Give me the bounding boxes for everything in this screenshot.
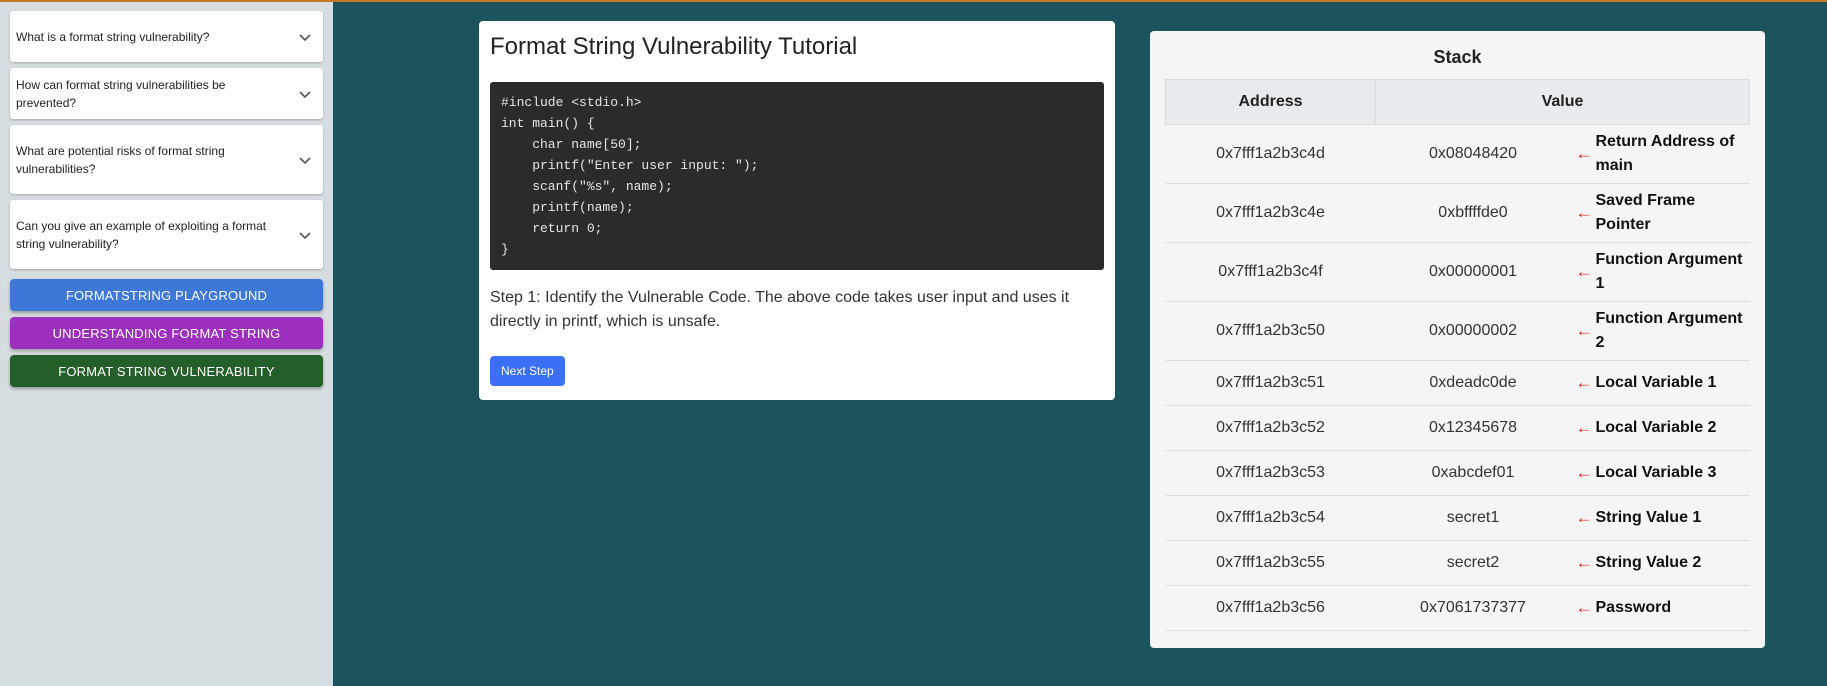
stack-label-cell: ← Local Variable 1 <box>1570 360 1750 406</box>
arrow-left-icon: ← <box>1575 508 1593 527</box>
formatstring-playground-button[interactable]: FORMATSTRING PLAYGROUND <box>10 279 323 311</box>
tutorial-panel: Format String Vulnerability Tutorial #in… <box>479 21 1115 400</box>
chevron-down-icon <box>299 33 311 41</box>
stack-title: Stack <box>1433 47 1482 67</box>
stack-address: 0x7fff1a2b3c55 <box>1165 540 1376 586</box>
step-description: Step 1: Identify the Vulnerable Code. Th… <box>490 289 1070 330</box>
stack-value: 0x00000001 <box>1375 242 1571 302</box>
stack-label: Saved Frame Pointer <box>1595 192 1696 233</box>
stack-row: 0x7fff1a2b3c52 0x12345678 ← Local Variable … <box>1165 405 1750 451</box>
stack-address: 0x7fff1a2b3c52 <box>1165 405 1376 451</box>
stack-value: 0x00000002 <box>1375 301 1571 361</box>
stack-label-cell: ← Password <box>1570 585 1750 631</box>
stack-address: 0x7fff1a2b3c51 <box>1165 360 1376 406</box>
stack-row: 0x7fff1a2b3c4e 0xbffffde0 ← Saved Frame Poi… <box>1165 183 1750 243</box>
stack-value: 0x7061737377 <box>1375 585 1571 631</box>
stack-label: Return Address of main <box>1595 133 1735 174</box>
arrow-left-icon: ← <box>1575 262 1593 281</box>
faq-question: What is a format string vulnerability? <box>16 29 210 44</box>
stack-row: 0x7fff1a2b3c51 0xdeadc0de ← Local Variable … <box>1165 360 1750 406</box>
stack-label: String Value 1 <box>1595 509 1702 526</box>
stack-address: 0x7fff1a2b3c54 <box>1165 495 1376 541</box>
next-step-button[interactable]: Next Step <box>490 356 565 386</box>
stack-label-cell: ← String Value 1 <box>1570 495 1750 541</box>
faq-question: Can you give an example of exploiting a … <box>16 218 267 251</box>
faq-question: What are potential risks of format strin… <box>16 143 225 176</box>
stack-row: 0x7fff1a2b3c55 secret2 ← String Value 2 <box>1165 540 1750 586</box>
stack-label: Function Argument 1 <box>1595 251 1743 292</box>
sidebar: What is a format string vulnerability? H… <box>0 2 333 686</box>
format-string-vulnerability-button[interactable]: FORMAT STRING VULNERABILITY <box>10 355 323 387</box>
stack-address: 0x7fff1a2b3c53 <box>1165 450 1376 496</box>
stack-label: String Value 2 <box>1595 554 1702 571</box>
chevron-down-icon <box>299 231 311 239</box>
stack-label-cell: ← Local Variable 2 <box>1570 405 1750 451</box>
stack-row: 0x7fff1a2b3c50 0x00000002 ← Function Argume… <box>1165 301 1750 361</box>
stack-value: 0xabcdef01 <box>1375 450 1571 496</box>
stack-value: 0x08048420 <box>1375 124 1571 184</box>
arrow-left-icon: ← <box>1575 463 1593 482</box>
arrow-left-icon: ← <box>1575 203 1593 222</box>
stack-address: 0x7fff1a2b3c50 <box>1165 301 1376 361</box>
tutorial-title: Format String Vulnerability Tutorial <box>490 33 858 60</box>
stack-row: 0x7fff1a2b3c54 secret1 ← String Value 1 <box>1165 495 1750 541</box>
stack-address: 0x7fff1a2b3c4e <box>1165 183 1376 243</box>
stack-row: 0x7fff1a2b3c4f 0x00000001 ← Function Argume… <box>1165 242 1750 302</box>
stack-value: 0x12345678 <box>1375 405 1571 451</box>
stack-value: 0xdeadc0de <box>1375 360 1571 406</box>
stack-value: 0xbffffde0 <box>1375 183 1571 243</box>
stack-label-cell: ← Function Argument 2 <box>1570 301 1750 361</box>
stack-label: Function Argument 2 <box>1595 310 1743 351</box>
stack-row: 0x7fff1a2b3c56 0x7061737377 ← Password <box>1165 585 1750 631</box>
stack-label-cell: ← Local Variable 3 <box>1570 450 1750 496</box>
faq-item-what-is[interactable]: What is a format string vulnerability? <box>10 11 323 62</box>
value-header: Value <box>1375 79 1750 125</box>
faq-item-risks[interactable]: What are potential risks of format strin… <box>10 125 323 194</box>
stack-value: secret2 <box>1375 540 1571 586</box>
stack-panel: Stack Address Value 0x7fff1a2b3c4d 0x0804… <box>1150 31 1765 648</box>
chevron-down-icon <box>299 90 311 98</box>
stack-row: 0x7fff1a2b3c4d 0x08048420 ← Return Address … <box>1165 124 1750 184</box>
arrow-left-icon: ← <box>1575 321 1593 340</box>
stack-label-cell: ← String Value 2 <box>1570 540 1750 586</box>
chevron-down-icon <box>299 156 311 164</box>
stack-label: Local Variable 1 <box>1595 374 1717 391</box>
faq-question: How can format string vulnerabilities be… <box>16 77 226 110</box>
arrow-left-icon: ← <box>1575 553 1593 572</box>
arrow-left-icon: ← <box>1575 598 1593 617</box>
stack-label-cell: ← Function Argument 1 <box>1570 242 1750 302</box>
stack-label-cell: ← Return Address of main <box>1570 124 1750 184</box>
stack-label: Local Variable 3 <box>1595 464 1717 481</box>
stack-address: 0x7fff1a2b3c4f <box>1165 242 1376 302</box>
arrow-left-icon: ← <box>1575 373 1593 392</box>
stack-label: Local Variable 2 <box>1595 419 1717 436</box>
stack-value: secret1 <box>1375 495 1571 541</box>
stack-row: 0x7fff1a2b3c53 0xabcdef01 ← Local Variable … <box>1165 450 1750 496</box>
arrow-left-icon: ← <box>1575 144 1593 163</box>
stack-address: 0x7fff1a2b3c56 <box>1165 585 1376 631</box>
arrow-left-icon: ← <box>1575 418 1593 437</box>
stack-label: Password <box>1595 599 1672 616</box>
code-block: #include <stdio.h> int main() { char nam… <box>490 82 1104 270</box>
faq-item-example[interactable]: Can you give an example of exploiting a … <box>10 200 323 269</box>
stack-label-cell: ← Saved Frame Pointer <box>1570 183 1750 243</box>
understanding-format-string-button[interactable]: UNDERSTANDING FORMAT STRING <box>10 317 323 349</box>
address-header: Address <box>1165 79 1376 125</box>
faq-item-prevention[interactable]: How can format string vulnerabilities be… <box>10 68 323 119</box>
stack-address: 0x7fff1a2b3c4d <box>1165 124 1376 184</box>
stack-table: Address Value 0x7fff1a2b3c4d 0x08048420 ← R… <box>1165 79 1750 631</box>
